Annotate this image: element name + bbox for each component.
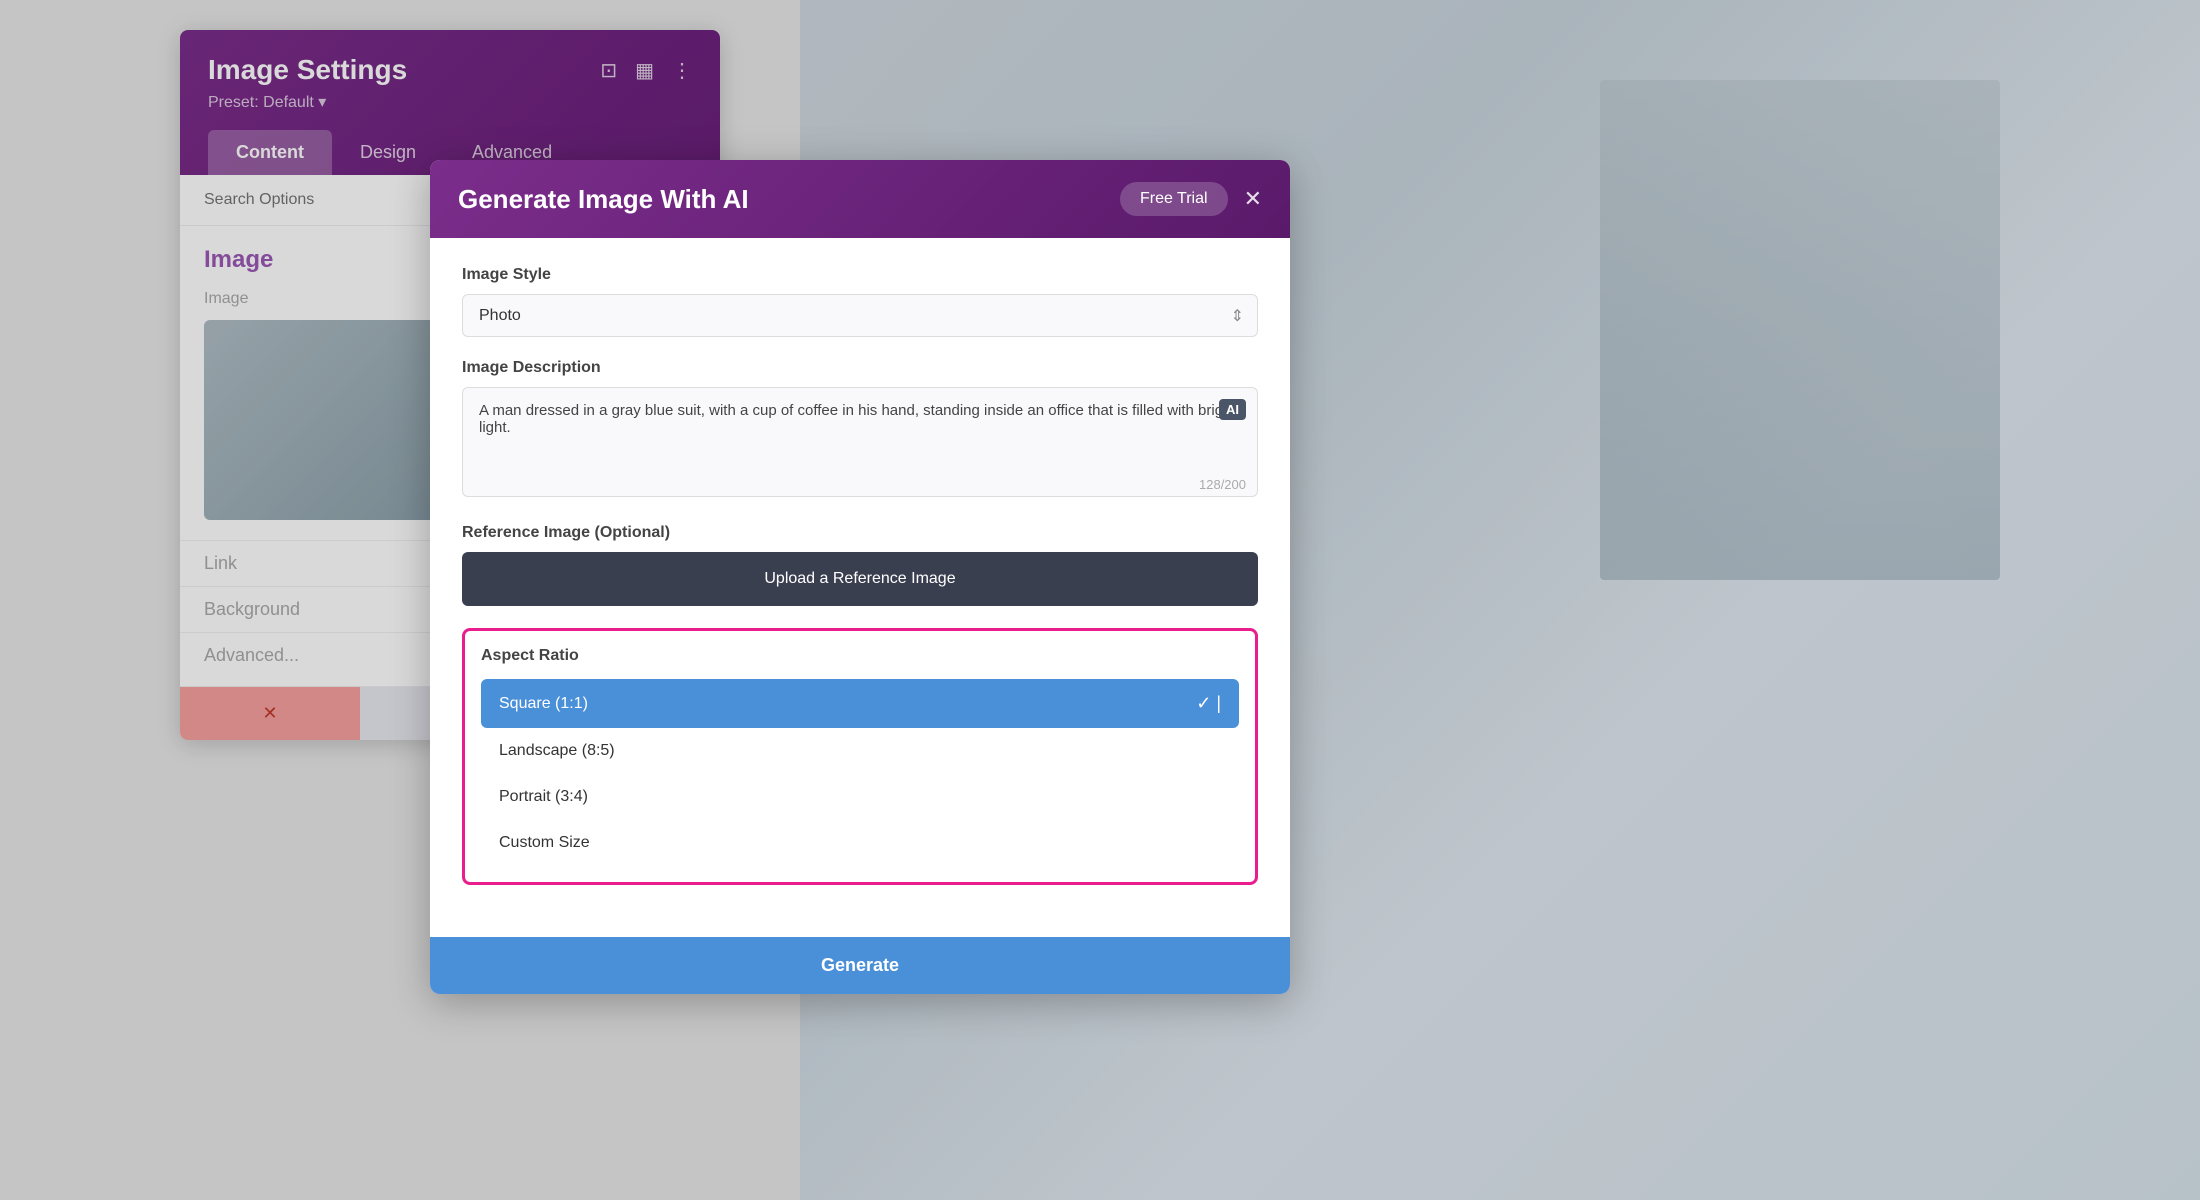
ai-modal-footer: Generate [430, 937, 1290, 994]
aspect-ratio-section: Aspect Ratio Square (1:1) ✓ | Landscape … [462, 628, 1258, 885]
reference-image-section: Reference Image (Optional) Upload a Refe… [462, 524, 1258, 606]
ai-modal-header: Generate Image With AI Free Trial ✕ [430, 160, 1290, 238]
aspect-option-portrait[interactable]: Portrait (3:4) [481, 774, 1239, 820]
reference-image-label: Reference Image (Optional) [462, 524, 1258, 542]
ai-modal-header-right: Free Trial ✕ [1120, 182, 1262, 216]
ai-modal-body: Image Style Photo Illustration Painting … [430, 238, 1290, 937]
aspect-option-landscape[interactable]: Landscape (8:5) [481, 728, 1239, 774]
close-button[interactable]: ✕ [1244, 188, 1262, 210]
generate-button[interactable]: Generate [430, 937, 1290, 994]
ai-modal: Generate Image With AI Free Trial ✕ Imag… [430, 160, 1290, 994]
image-style-select[interactable]: Photo Illustration Painting 3D Render Sk… [462, 294, 1258, 337]
aspect-ratio-label: Aspect Ratio [481, 647, 1239, 665]
ai-modal-title: Generate Image With AI [458, 184, 749, 215]
image-style-select-wrapper: Photo Illustration Painting 3D Render Sk… [462, 294, 1258, 337]
aspect-ratio-dropdown: Square (1:1) ✓ | Landscape (8:5) Portrai… [481, 679, 1239, 866]
description-textarea[interactable]: A man dressed in a gray blue suit, with … [462, 387, 1258, 497]
char-count: 128/200 [1199, 477, 1246, 492]
aspect-option-custom[interactable]: Custom Size [481, 820, 1239, 866]
free-trial-badge[interactable]: Free Trial [1120, 182, 1228, 216]
upload-reference-button[interactable]: Upload a Reference Image [462, 552, 1258, 606]
checkmark-icon: ✓ | [1196, 693, 1221, 714]
aspect-option-square[interactable]: Square (1:1) ✓ | [481, 679, 1239, 728]
description-wrapper: A man dressed in a gray blue suit, with … [462, 387, 1258, 502]
ai-badge: AI [1219, 399, 1246, 420]
image-style-label: Image Style [462, 266, 1258, 284]
image-description-label: Image Description [462, 359, 1258, 377]
